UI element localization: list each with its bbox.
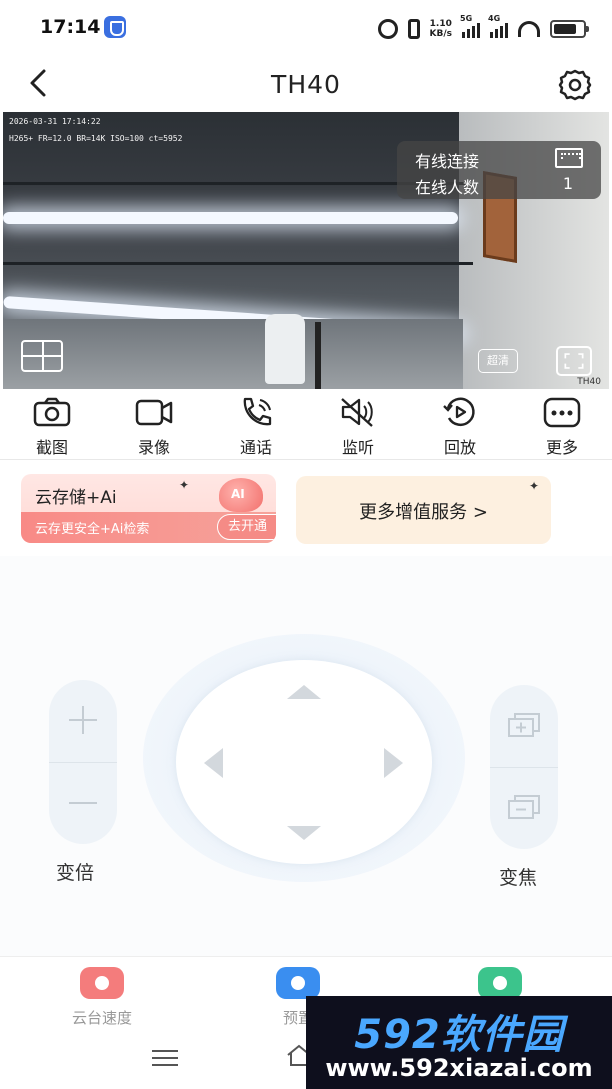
video-watermark: TH40 xyxy=(577,377,601,387)
video-pole-object xyxy=(315,322,321,389)
status-icons: 1.10 KB/s 5G 4G xyxy=(377,14,589,42)
phone-icon xyxy=(243,397,272,426)
more-button[interactable]: 更多 xyxy=(522,396,602,458)
status-bar: 17:14 1.10 KB/s 5G 4G xyxy=(0,0,612,56)
more-services-banner[interactable]: 更多增值服务 > ✦ xyxy=(296,476,551,544)
focus-control xyxy=(490,685,558,849)
playback-button[interactable]: 回放 xyxy=(420,396,500,458)
playback-label: 回放 xyxy=(443,438,476,457)
security-shield-icon xyxy=(104,16,126,38)
cloud-storage-desc: 云存更安全+Ai检索 xyxy=(35,522,150,537)
quality-button[interactable]: 超清 xyxy=(478,349,518,373)
more-services-label: 更多增值服务 > xyxy=(359,502,488,523)
pan-up-arrow-icon[interactable] xyxy=(287,685,321,699)
live-video-view[interactable]: 2026-03-31 17:14:22 H265+ FR=12.0 BR=14K… xyxy=(3,112,609,389)
video-robot-object xyxy=(265,314,305,384)
split-screen-icon[interactable] xyxy=(21,340,63,372)
listen-label: 监听 xyxy=(341,438,374,457)
site-watermark-brand: 592软件园 xyxy=(354,1012,564,1058)
signal-4g-icon: 4G xyxy=(488,14,508,38)
app-header: TH40 xyxy=(0,56,612,112)
pan-left-arrow-icon[interactable] xyxy=(204,748,223,778)
tab-ptz-speed[interactable]: 云台速度 xyxy=(47,967,157,1028)
focus-label: 变焦 xyxy=(499,867,538,889)
status-time: 17:14 xyxy=(40,16,101,38)
more-label: 更多 xyxy=(545,438,578,457)
call-button[interactable]: 通话 xyxy=(216,396,296,458)
pan-down-arrow-icon[interactable] xyxy=(287,826,321,840)
speed-icon xyxy=(80,967,124,999)
zoom-control xyxy=(49,680,117,844)
focus-in-button[interactable] xyxy=(490,685,558,767)
screenshot-label: 截图 xyxy=(35,438,68,457)
activate-button[interactable]: 去开通 xyxy=(217,514,276,540)
net-speed-unit: KB/s xyxy=(429,29,452,39)
record-label: 录像 xyxy=(137,438,170,457)
signal-5g-icon: 5G xyxy=(460,14,480,38)
osd-stats: H265+ FR=12.0 BR=14K ISO=100 ct=5952 xyxy=(9,134,183,143)
net-speed: 1.10 KB/s xyxy=(430,19,452,39)
camera-icon xyxy=(33,397,71,427)
pan-right-arrow-icon[interactable] xyxy=(384,748,403,778)
zoom-label: 变倍 xyxy=(56,862,95,884)
focus-plus-icon xyxy=(508,713,540,737)
alarm-icon xyxy=(377,19,398,39)
gear-icon[interactable] xyxy=(558,68,592,102)
video-light-strip xyxy=(3,212,458,224)
nav-menu-icon[interactable] xyxy=(152,1050,178,1066)
ai-cloud-logo-icon xyxy=(219,478,263,512)
osd-datetime: 2026-03-31 17:14:22 xyxy=(9,117,101,126)
fullscreen-icon[interactable] xyxy=(556,346,592,376)
signal-4g-label: 4G xyxy=(488,14,501,23)
focus-minus-icon xyxy=(508,795,540,819)
location-icon xyxy=(478,967,522,999)
call-label: 通话 xyxy=(239,438,272,457)
zoom-out-button[interactable] xyxy=(49,762,117,844)
playback-icon xyxy=(443,397,475,427)
ethernet-icon xyxy=(555,148,583,168)
camera-toolbar: 截图 录像 通话 监听 回放 更多 xyxy=(0,392,612,460)
net-speed-value: 1.10 xyxy=(429,19,452,29)
video-record-icon xyxy=(135,399,173,426)
focus-out-button[interactable] xyxy=(490,767,558,849)
screenshot-button[interactable]: 截图 xyxy=(12,396,92,458)
minus-icon xyxy=(69,802,97,804)
wifi-icon xyxy=(518,21,540,37)
video-ceiling-beam xyxy=(3,262,473,265)
speaker-mute-icon xyxy=(341,398,373,427)
sparkle-icon: ✦ xyxy=(179,478,190,492)
connection-type-label: 有线连接 xyxy=(415,152,480,171)
page-title: TH40 xyxy=(271,70,341,99)
cloud-storage-title: 云存储+Ai xyxy=(35,488,117,508)
tab-ptz-speed-label: 云台速度 xyxy=(71,1009,132,1027)
record-button[interactable]: 录像 xyxy=(114,396,194,458)
cloud-storage-banner[interactable]: 云存储+Ai ✦ 云存更安全+Ai检索 去开通 xyxy=(21,474,276,543)
zoom-in-button[interactable] xyxy=(49,680,117,762)
vibrate-icon xyxy=(407,19,420,39)
online-users-label: 在线人数 xyxy=(415,178,480,197)
preset-icon xyxy=(276,967,320,999)
video-floor-scene xyxy=(3,319,463,389)
connection-info-panel: 有线连接 在线人数 1 xyxy=(397,141,601,199)
site-watermark: 592软件园 www.592xiazai.com xyxy=(306,996,612,1089)
more-icon xyxy=(543,397,581,428)
battery-icon xyxy=(550,20,589,38)
listen-button[interactable]: 监听 xyxy=(318,396,398,458)
site-watermark-url: www.592xiazai.com xyxy=(325,1054,593,1082)
online-users-count: 1 xyxy=(562,174,573,193)
signal-5g-label: 5G xyxy=(460,14,473,23)
sparkle-icon: ✦ xyxy=(528,479,539,493)
